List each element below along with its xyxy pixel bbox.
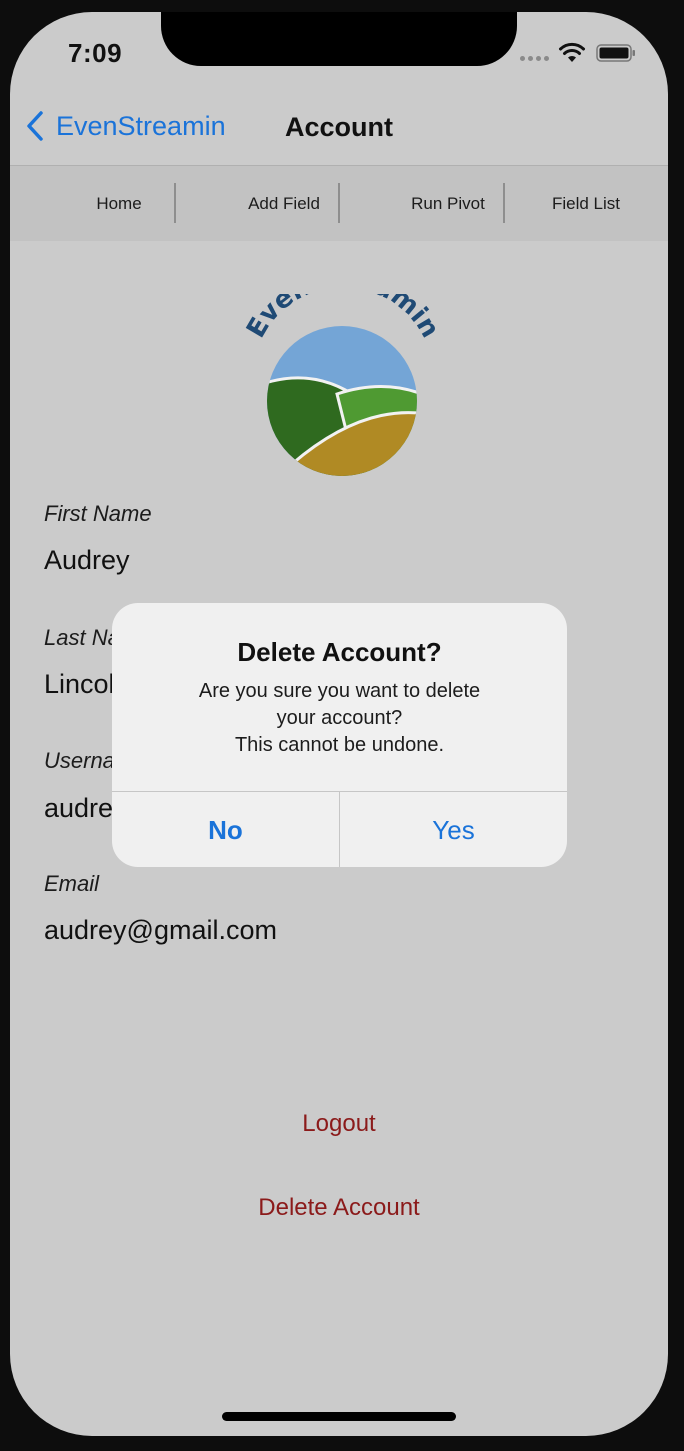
first-name-label: First Name: [44, 501, 152, 526]
logout-button[interactable]: Logout: [10, 1110, 668, 1138]
status-time: 7:09: [68, 38, 123, 68]
battery-icon: [596, 44, 635, 62]
tab-run-pivot[interactable]: Run Pivot: [394, 166, 502, 241]
screen: 7:09 EvenStreamin Account Home Add Field…: [10, 12, 668, 1436]
dialog-message-line: your account?: [276, 707, 403, 729]
yes-button[interactable]: Yes: [340, 792, 567, 867]
tab-home[interactable]: Home: [65, 166, 173, 241]
dialog-message-line: This cannot be undone.: [234, 734, 445, 756]
navigation-bar: EvenStreamin Account: [10, 92, 668, 164]
tab-field-list[interactable]: Field List: [532, 166, 640, 241]
wifi-icon: [559, 42, 585, 62]
first-name-value: Audrey: [44, 545, 130, 575]
cellular-signal-icon: [520, 56, 549, 61]
device-bezel: 7:09 EvenStreamin Account Home Add Field…: [0, 0, 684, 1451]
delete-account-dialog: Delete Account? Are you sure you want to…: [112, 603, 567, 867]
page-title: Account: [285, 112, 393, 142]
tab-divider: [503, 183, 505, 223]
tab-bar: Home Add Field Run Pivot Field List: [10, 165, 668, 241]
home-indicator[interactable]: [222, 1412, 456, 1421]
no-button[interactable]: No: [112, 792, 340, 867]
notch: [161, 12, 517, 66]
email-label: Email: [44, 871, 100, 896]
dialog-message-line: Are you sure you want to delete: [198, 680, 481, 702]
tab-divider: [174, 183, 176, 223]
delete-account-button[interactable]: Delete Account: [10, 1194, 668, 1222]
chevron-left-icon: [27, 111, 43, 141]
back-button[interactable]: EvenStreamin: [24, 110, 226, 142]
dialog-actions: No Yes: [112, 791, 567, 867]
email-value: audrey@gmail.com: [44, 915, 277, 945]
app-logo: EvenStreamin: [242, 294, 442, 476]
dialog-title: Delete Account?: [237, 637, 442, 667]
dialog-message: Are you sure you want to delete your acc…: [152, 678, 527, 759]
tab-add-field[interactable]: Add Field: [230, 166, 338, 241]
tab-divider: [338, 183, 340, 223]
back-button-label: EvenStreamin: [56, 110, 226, 141]
